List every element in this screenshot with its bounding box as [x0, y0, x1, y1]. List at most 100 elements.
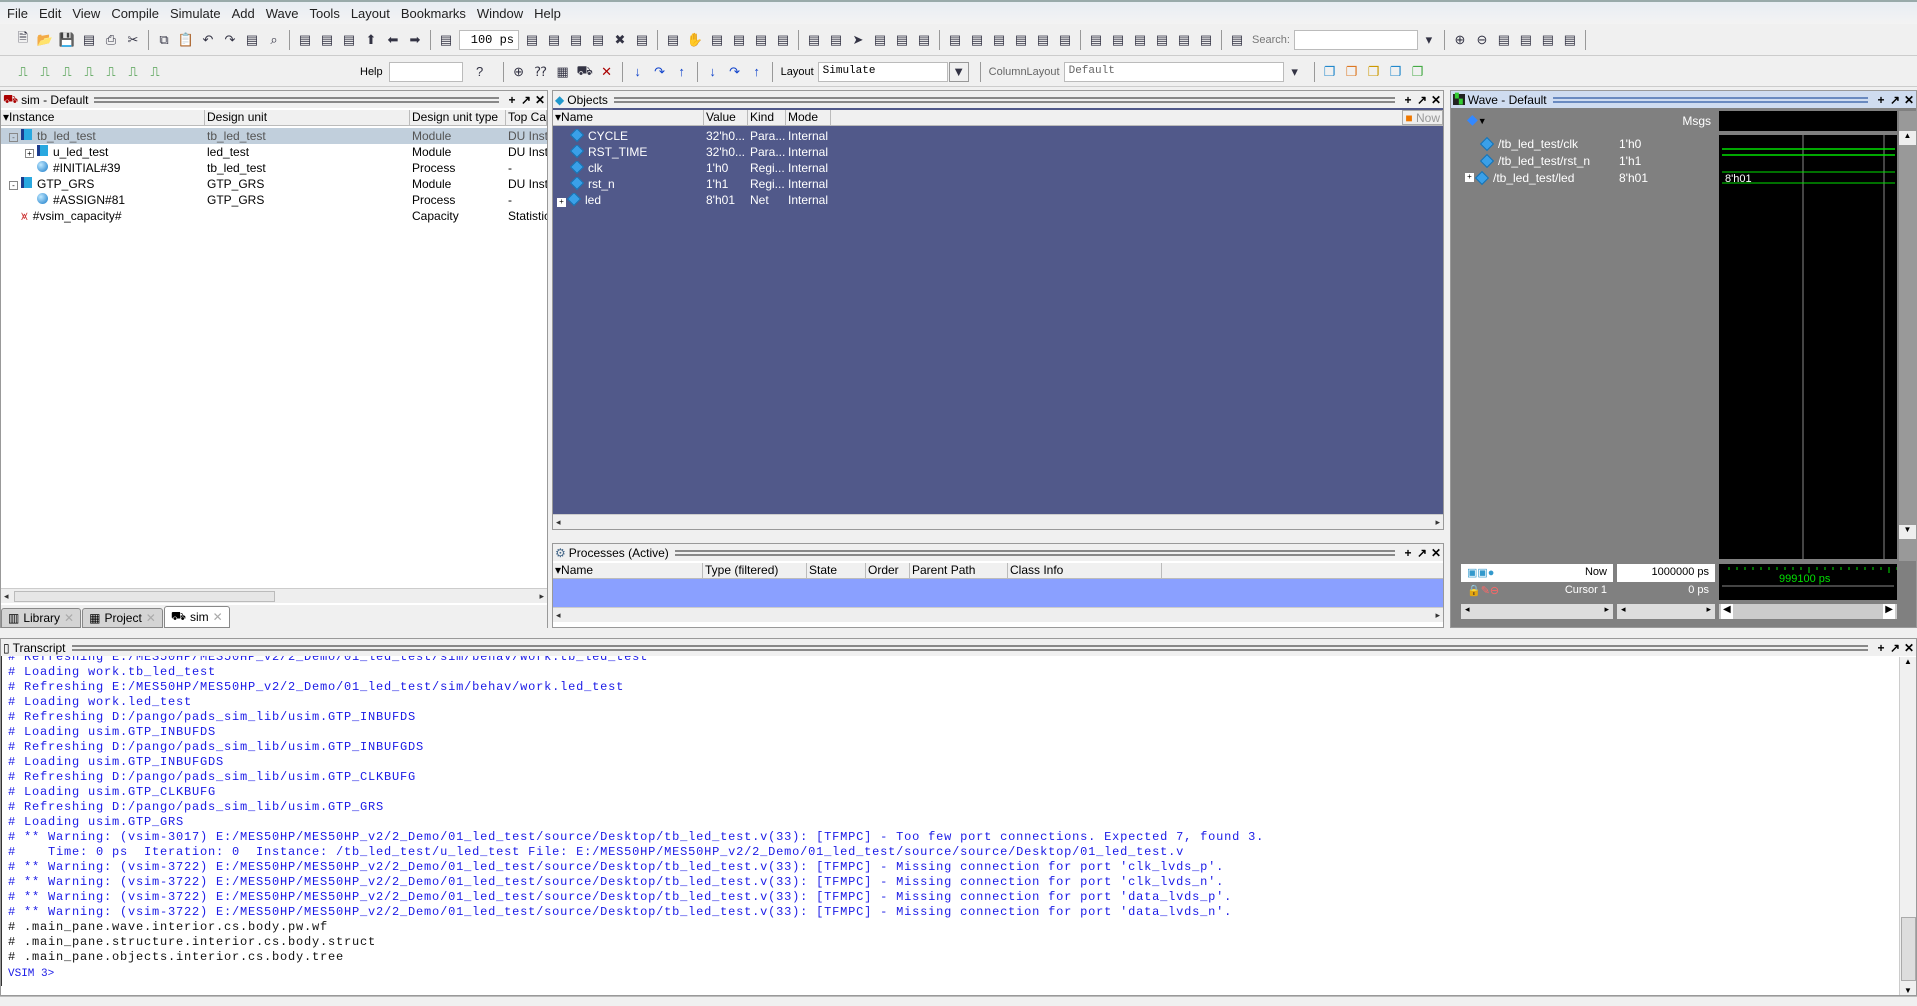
dataflow-icon[interactable]: ⊕ [509, 62, 529, 82]
layout-select[interactable]: Simulate [817, 61, 948, 82]
menu-simulate[interactable]: Simulate [167, 6, 229, 21]
open-folder-icon[interactable]: 📂 [35, 30, 55, 50]
simulate-icon[interactable]: ▤ [317, 30, 337, 50]
edge-icon[interactable]: ▤ [1130, 30, 1150, 50]
now-tools-icon[interactable]: ▣▣● [1467, 566, 1494, 579]
cursor-row[interactable]: 🔒✎⊖ Cursor 1 [1461, 582, 1613, 600]
step-out-icon[interactable]: ↑ [672, 62, 692, 82]
menu-add[interactable]: Add [229, 6, 263, 21]
column-header-order[interactable]: Order [866, 563, 910, 578]
save-icon[interactable]: 💾 [57, 30, 77, 50]
undock-icon[interactable]: ↗ [1888, 93, 1902, 107]
now-time-control[interactable]: ■ Now [1402, 110, 1443, 125]
stop-icon[interactable]: ✖ [610, 30, 630, 50]
cursor-icon[interactable]: ▤ [945, 30, 965, 50]
instance-row[interactable]: + u_led_test led_test Module DU Inst [1, 144, 547, 160]
dock-icon[interactable]: + [1401, 546, 1415, 560]
instance-row[interactable]: - GTP_GRS GTP_GRS Module DU Inst [1, 176, 547, 192]
column-header-design-unit-type[interactable]: Design unit type [410, 110, 506, 125]
object-row[interactable]: clk 1'h0 Regi... Internal [553, 160, 1443, 176]
hand-icon[interactable]: ✋ [685, 30, 705, 50]
text-icon[interactable]: ▤ [707, 30, 727, 50]
zoom-full-icon[interactable]: ▤ [1494, 30, 1514, 50]
tab-project[interactable]: ▦ Project ✕ [82, 608, 163, 628]
edge2-icon[interactable]: ▤ [1152, 30, 1172, 50]
transcript-vscrollbar[interactable]: ▲ ▼ [1899, 657, 1916, 995]
schematic-icon[interactable]: ⁇ [531, 62, 551, 82]
tab-library[interactable]: ▥ Library ✕ [1, 608, 82, 628]
bus-icon[interactable]: ▤ [751, 30, 771, 50]
memory-icon[interactable]: ▦ [553, 62, 573, 82]
search-input[interactable] [1293, 29, 1418, 50]
back-icon[interactable]: ⬅ [383, 30, 403, 50]
step-into-2-icon[interactable]: ↓ [703, 62, 723, 82]
object-row[interactable]: rst_n 1'h1 Regi... Internal [553, 176, 1443, 192]
column-header-state[interactable]: State [807, 563, 866, 578]
menu-compile[interactable]: Compile [108, 6, 167, 21]
edge-rise-icon[interactable]: ⎍ [101, 62, 121, 82]
close-icon[interactable]: ✕ [533, 93, 547, 107]
zoom-out-icon[interactable]: ⊖ [1472, 30, 1492, 50]
column-header-type[interactable]: Type (filtered) [703, 563, 807, 578]
column-header-instance[interactable]: ▾Instance [1, 110, 205, 125]
find-next-icon[interactable]: ▤ [1108, 30, 1128, 50]
box-icon[interactable]: ▤ [773, 30, 793, 50]
wave-pane-title-bar[interactable]: ▚ Wave - Default + ↗ ✕ [1451, 91, 1916, 108]
column-layout-select[interactable]: Default [1063, 61, 1284, 82]
expand-toggle-icon[interactable]: + [1465, 173, 1474, 182]
wave-signal-row[interactable]: /tb_led_test/rst_n [1461, 152, 1613, 169]
tab-close-icon[interactable]: ✕ [146, 611, 156, 625]
window-layout-1-icon[interactable]: ❐ [1320, 62, 1340, 82]
column-header-design-unit[interactable]: Design unit [205, 110, 410, 125]
instance-row[interactable]: #INITIAL#39 tb_led_test Process - [1, 160, 547, 176]
cut-icon[interactable]: ✂ [123, 30, 143, 50]
expand-toggle-icon[interactable]: - [9, 181, 18, 190]
step-over-2-icon[interactable]: ↷ [725, 62, 745, 82]
move-icon[interactable]: ▤ [892, 30, 912, 50]
help-search-icon[interactable]: ? [470, 62, 490, 82]
edge-fall-icon[interactable]: ⎍ [123, 62, 143, 82]
wave-fill-icon[interactable]: ⎍ [57, 62, 77, 82]
processes-list[interactable] [553, 579, 1443, 607]
close-icon[interactable]: ✕ [1902, 93, 1916, 107]
instance-row[interactable]: ⩙ #vsim_capacity# Capacity Statistic [1, 208, 547, 224]
expand-toggle-icon[interactable]: + [557, 198, 566, 207]
names-hscrollbar[interactable]: ◂ ▸ [1461, 604, 1613, 619]
hierarchy-icon[interactable]: ▤ [295, 30, 315, 50]
column-header-class-info[interactable]: Class Info [1008, 563, 1162, 578]
waveform-canvas[interactable]: 8'h01 [1719, 135, 1897, 559]
menu-layout[interactable]: Layout [348, 6, 398, 21]
align-icon[interactable]: ▤ [914, 30, 934, 50]
objects-hscrollbar[interactable]: ◂ ▸ [553, 514, 1443, 529]
step-icon[interactable]: ▤ [632, 30, 652, 50]
menu-help[interactable]: Help [531, 6, 569, 21]
zoom-range-icon[interactable]: ▤ [1538, 30, 1558, 50]
tab-sim[interactable]: ⛟ sim ✕ [163, 606, 230, 628]
zoom-box-icon[interactable]: ▤ [870, 30, 890, 50]
find-icon[interactable]: ⌕ [264, 30, 284, 50]
run-length-input[interactable]: 100 ps [459, 29, 519, 50]
collapse-icon[interactable]: ▤ [1227, 30, 1247, 50]
menu-file[interactable]: File [4, 6, 36, 21]
tab-close-icon[interactable]: ✕ [64, 611, 74, 625]
step-into-icon[interactable]: ↓ [628, 62, 648, 82]
dither-icon[interactable]: ⎍ [79, 62, 99, 82]
sim-icon[interactable]: ⛟ [575, 62, 595, 82]
column-header-name[interactable]: ▾Name [553, 563, 703, 578]
insert-icon[interactable]: ▤ [1174, 30, 1194, 50]
copy-icon[interactable]: ⧉ [154, 30, 174, 50]
time-ruler[interactable]: 999100 ps [1719, 564, 1897, 600]
wave-bar-icon[interactable]: ⎍ [35, 62, 55, 82]
all-icon[interactable]: ▤ [804, 30, 824, 50]
step-over-icon[interactable]: ↷ [650, 62, 670, 82]
help-input[interactable] [388, 61, 463, 82]
objects-pane-title-bar[interactable]: ◆ Objects + ↗ ✕ [553, 91, 1443, 108]
close-icon[interactable]: ✕ [1429, 546, 1443, 560]
column-header-top-cat[interactable]: Top Cat [506, 110, 547, 125]
refresh-icon[interactable]: ▤ [79, 30, 99, 50]
select-pointer-icon[interactable]: ➤ [848, 30, 868, 50]
menu-tools[interactable]: Tools [306, 6, 347, 21]
menu-window[interactable]: Window [474, 6, 531, 21]
command-prompt[interactable]: VSIM 3> [1, 968, 1916, 986]
undock-icon[interactable]: ↗ [1415, 546, 1429, 560]
